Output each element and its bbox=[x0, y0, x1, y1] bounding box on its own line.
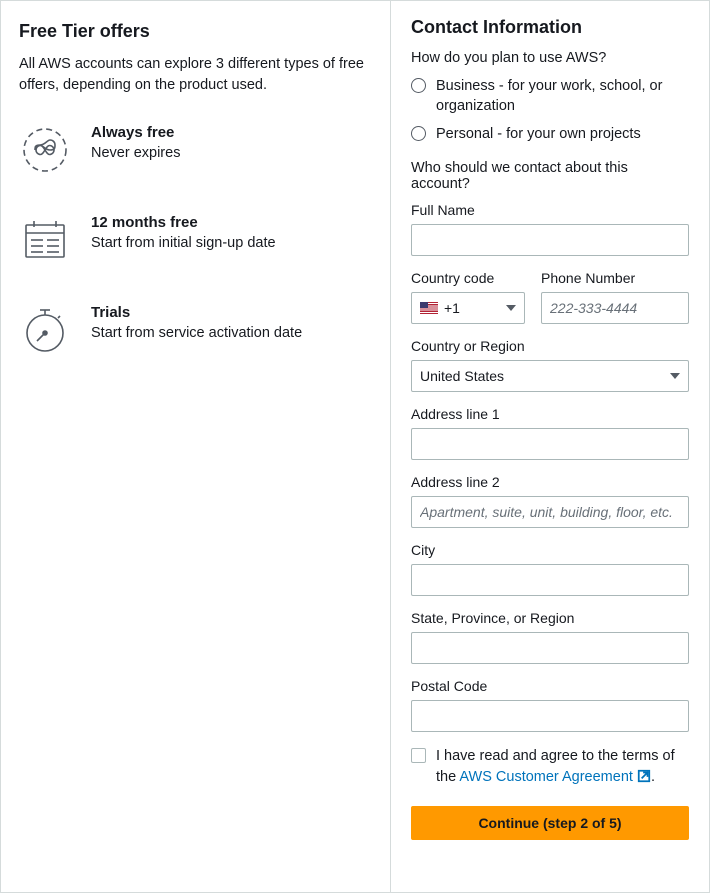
offer-title: 12 months free bbox=[91, 214, 276, 231]
agreement-link[interactable]: AWS Customer Agreement bbox=[459, 769, 651, 785]
country-code-value: +1 bbox=[444, 300, 460, 316]
chevron-down-icon bbox=[670, 373, 680, 379]
addr1-input[interactable] bbox=[411, 428, 689, 460]
country-label: Country or Region bbox=[411, 338, 689, 354]
postal-label: Postal Code bbox=[411, 678, 689, 694]
phone-label: Phone Number bbox=[541, 270, 689, 286]
fullname-label: Full Name bbox=[411, 202, 689, 218]
external-link-icon bbox=[637, 769, 651, 790]
offer-sub: Never expires bbox=[91, 145, 180, 161]
offer-sub: Start from service activation date bbox=[91, 325, 302, 341]
phone-input[interactable] bbox=[541, 292, 689, 324]
offer-trials: Trials Start from service activation dat… bbox=[19, 304, 372, 356]
agree-suffix: . bbox=[651, 769, 655, 785]
free-tier-heading: Free Tier offers bbox=[19, 21, 372, 42]
contact-info-heading: Contact Information bbox=[411, 17, 689, 38]
calendar-icon bbox=[19, 214, 71, 266]
country-code-label: Country code bbox=[411, 270, 525, 286]
postal-input[interactable] bbox=[411, 700, 689, 732]
chevron-down-icon bbox=[506, 305, 516, 311]
addr1-label: Address line 1 bbox=[411, 406, 689, 422]
country-select[interactable]: United States bbox=[411, 360, 689, 392]
city-input[interactable] bbox=[411, 564, 689, 596]
free-tier-intro: All AWS accounts can explore 3 different… bbox=[19, 54, 372, 96]
radio-icon[interactable] bbox=[411, 78, 426, 93]
us-flag-icon bbox=[420, 302, 438, 314]
offer-title: Always free bbox=[91, 124, 180, 141]
radio-label: Personal - for your own projects bbox=[436, 124, 641, 144]
agree-label: I have read and agree to the terms of th… bbox=[436, 746, 689, 790]
usage-question: How do you plan to use AWS? bbox=[411, 50, 689, 66]
state-label: State, Province, or Region bbox=[411, 610, 689, 626]
offer-12-months: 12 months free Start from initial sign-u… bbox=[19, 214, 372, 266]
contact-question: Who should we contact about this account… bbox=[411, 160, 689, 192]
infinity-icon bbox=[19, 124, 71, 176]
radio-personal[interactable]: Personal - for your own projects bbox=[411, 124, 689, 144]
city-label: City bbox=[411, 542, 689, 558]
fullname-input[interactable] bbox=[411, 224, 689, 256]
addr2-input[interactable] bbox=[411, 496, 689, 528]
offer-title: Trials bbox=[91, 304, 302, 321]
country-value: United States bbox=[420, 368, 504, 384]
offer-always-free: Always free Never expires bbox=[19, 124, 372, 176]
stopwatch-icon bbox=[19, 304, 71, 356]
radio-business[interactable]: Business - for your work, school, or org… bbox=[411, 76, 689, 117]
continue-button[interactable]: Continue (step 2 of 5) bbox=[411, 806, 689, 840]
country-code-select[interactable]: +1 bbox=[411, 292, 525, 324]
agree-checkbox[interactable] bbox=[411, 748, 426, 763]
state-input[interactable] bbox=[411, 632, 689, 664]
offer-sub: Start from initial sign-up date bbox=[91, 235, 276, 251]
radio-icon[interactable] bbox=[411, 126, 426, 141]
radio-label: Business - for your work, school, or org… bbox=[436, 76, 689, 117]
addr2-label: Address line 2 bbox=[411, 474, 689, 490]
